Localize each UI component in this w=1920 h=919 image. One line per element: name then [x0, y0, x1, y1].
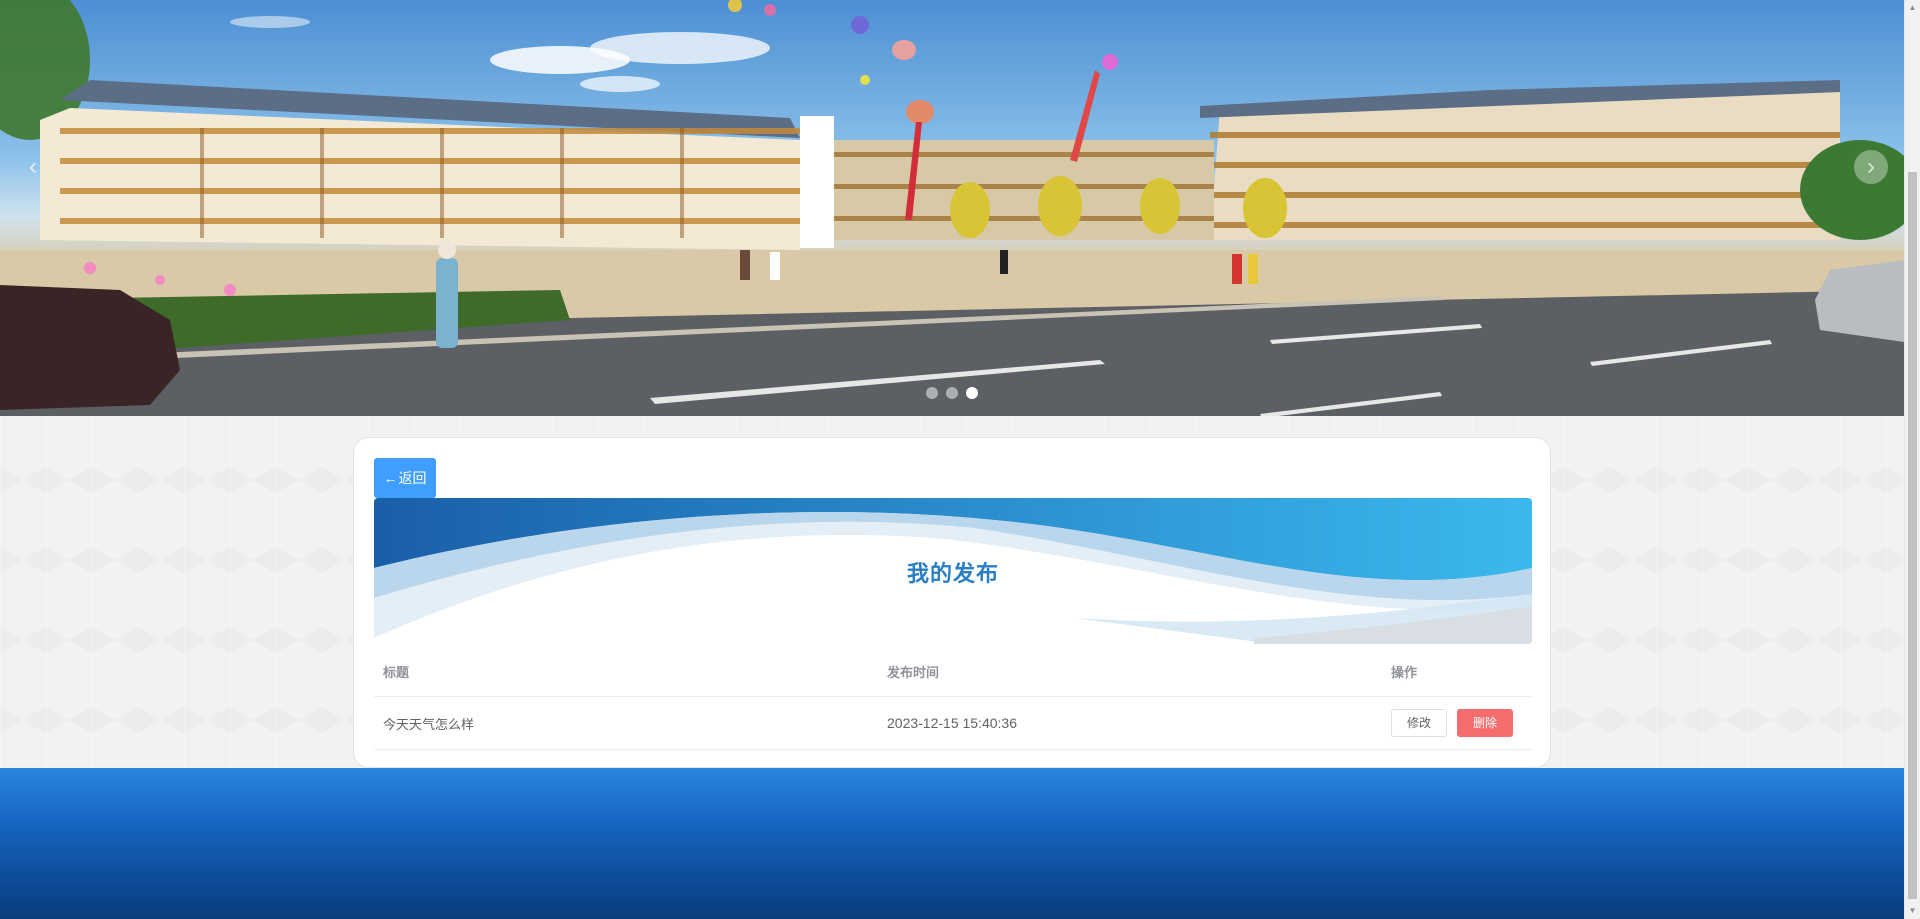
my-posts-card: ←返回 我的发布 标题 发布时间 操作 今天天气怎么样 2023-12-15 1…: [353, 437, 1551, 768]
hero-carousel: ‹ ›: [0, 0, 1904, 416]
page: ‹ › ←返回 我的发布 标题 发布时间 操作 今天天气怎么样 2023-12-…: [0, 0, 1920, 919]
row-actions: 修改 删除: [1382, 697, 1532, 749]
post-publish-time: 2023-12-15 15:40:36: [887, 715, 1017, 731]
scrollbar-thumb[interactable]: [1908, 172, 1917, 899]
table-header: 标题 发布时间 操作: [374, 646, 1532, 697]
back-button[interactable]: ←返回: [374, 458, 436, 498]
carousel-indicators: [926, 387, 978, 399]
delete-button[interactable]: 删除: [1457, 709, 1514, 737]
table-row: 今天天气怎么样 2023-12-15 15:40:36 修改 删除: [374, 697, 1532, 750]
column-header-title: 标题: [383, 664, 410, 680]
post-title: 今天天气怎么样: [383, 716, 475, 732]
carousel-dot-1[interactable]: [926, 387, 938, 399]
column-header-actions: 操作: [1391, 664, 1418, 680]
carousel-dot-3[interactable]: [966, 387, 978, 399]
edit-button[interactable]: 修改: [1391, 709, 1448, 737]
chevron-left-icon: ‹: [29, 153, 37, 180]
vertical-scrollbar[interactable]: ▲ ▼: [1904, 0, 1920, 919]
column-header-publish-time: 发布时间: [887, 664, 940, 680]
back-button-label: 返回: [398, 470, 427, 486]
page-title: 我的发布: [906, 561, 999, 586]
campus-illustration: [0, 0, 1904, 416]
carousel-next-button[interactable]: ›: [1854, 150, 1888, 184]
page-footer: [0, 768, 1904, 919]
title-banner: 我的发布: [374, 498, 1532, 644]
scroll-down-arrow-icon[interactable]: ▼: [1905, 903, 1920, 919]
chevron-right-icon: ›: [1867, 153, 1875, 180]
arrow-left-icon: ←: [383, 470, 398, 486]
scroll-up-arrow-icon[interactable]: ▲: [1905, 0, 1920, 16]
carousel-prev-button[interactable]: ‹: [16, 150, 50, 184]
my-posts-table: 标题 发布时间 操作 今天天气怎么样 2023-12-15 15:40:36 修…: [374, 646, 1532, 750]
carousel-dot-2[interactable]: [946, 387, 958, 399]
